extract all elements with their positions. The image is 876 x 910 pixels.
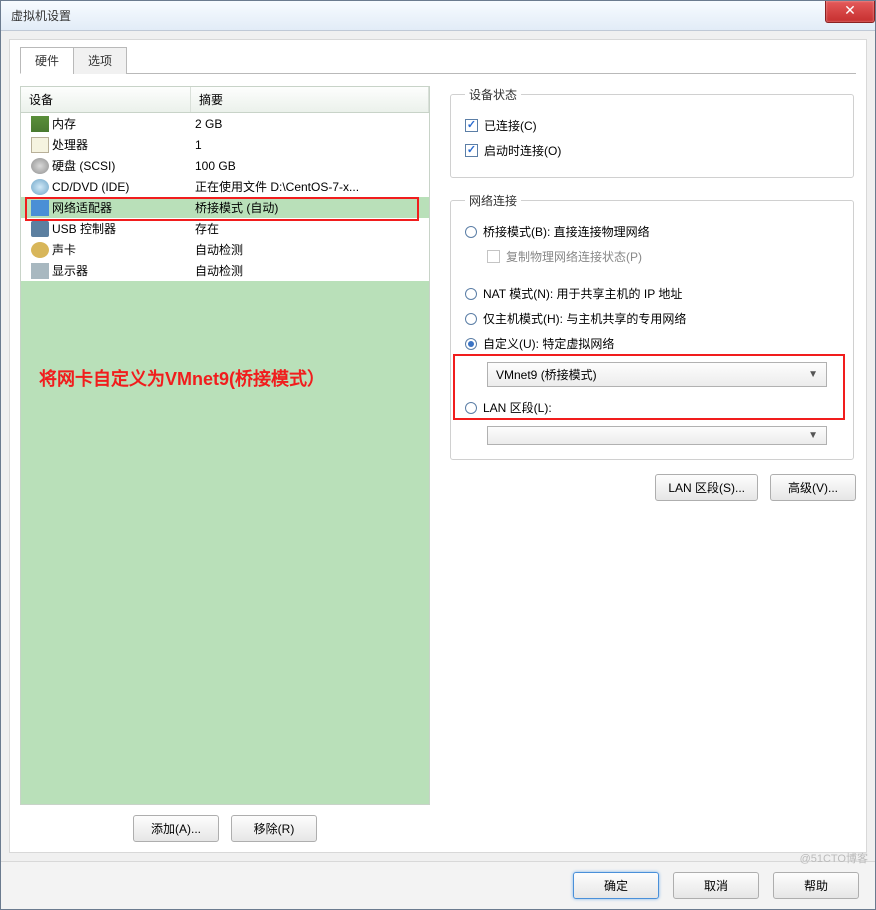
vm-settings-window: 虚拟机设置 ✕ 硬件 选项 设备 摘要 内存 2 GB: [0, 0, 876, 910]
replicate-checkbox: 复制物理网络连接状态(P): [487, 244, 839, 269]
radio-icon[interactable]: [465, 226, 477, 238]
memory-icon: [31, 116, 49, 132]
network-connection-group: 网络连接 桥接模式(B): 直接连接物理网络 复制物理网络连接状态(P) NAT…: [450, 192, 854, 460]
nat-radio[interactable]: NAT 模式(N): 用于共享主机的 IP 地址: [465, 281, 839, 306]
radio-icon[interactable]: [465, 313, 477, 325]
device-status-group: 设备状态 已连接(C) 启动时连接(O): [450, 86, 854, 178]
cancel-button[interactable]: 取消: [673, 872, 759, 899]
footer: 确定 取消 帮助: [1, 861, 875, 909]
device-name: 网络适配器: [52, 199, 112, 216]
titlebar: 虚拟机设置 ✕: [1, 1, 875, 31]
custom-network-value: VMnet9 (桥接模式): [496, 366, 597, 383]
usb-icon: [31, 221, 49, 237]
bridged-radio[interactable]: 桥接模式(B): 直接连接物理网络: [465, 219, 839, 244]
add-button[interactable]: 添加(A)...: [133, 815, 219, 842]
remove-button[interactable]: 移除(R): [231, 815, 317, 842]
body: 设备 摘要 内存 2 GB 处理器 1 硬盘 (SCSI): [20, 74, 856, 842]
device-row-display[interactable]: 显示器 自动检测: [21, 260, 429, 281]
lan-radio[interactable]: LAN 区段(L):: [465, 395, 839, 420]
bridged-label: 桥接模式(B): 直接连接物理网络: [483, 223, 650, 240]
device-name: USB 控制器: [52, 220, 116, 237]
device-summary: 自动检测: [191, 262, 429, 279]
sound-icon: [31, 242, 49, 258]
watermark: @51CTO博客: [800, 850, 868, 866]
left-buttons: 添加(A)... 移除(R): [20, 815, 430, 842]
device-name: 显示器: [52, 262, 88, 279]
hostonly-radio[interactable]: 仅主机模式(H): 与主机共享的专用网络: [465, 306, 839, 331]
checkbox-icon[interactable]: [465, 119, 478, 132]
device-list-body: 内存 2 GB 处理器 1 硬盘 (SCSI) 100 GB CD/DVD: [21, 113, 429, 281]
device-name: CD/DVD (IDE): [52, 180, 129, 194]
col-summary[interactable]: 摘要: [191, 87, 429, 112]
close-icon[interactable]: ✕: [825, 1, 875, 23]
device-name: 硬盘 (SCSI): [52, 157, 115, 174]
connect-on-start-label: 启动时连接(O): [484, 142, 561, 159]
annotation-text: 将网卡自定义为VMnet9(桥接模式）: [39, 365, 325, 391]
col-device[interactable]: 设备: [21, 87, 191, 112]
cpu-icon: [31, 137, 49, 153]
checkbox-icon[interactable]: [465, 144, 478, 157]
device-summary: 1: [191, 138, 429, 152]
content-area: 硬件 选项 设备 摘要 内存 2 GB 处理: [9, 39, 867, 853]
device-summary: 自动检测: [191, 241, 429, 258]
right-panel: 设备状态 已连接(C) 启动时连接(O) 网络连接 桥接模式(B): 直接连接物: [448, 86, 856, 842]
left-panel: 设备 摘要 内存 2 GB 处理器 1 硬盘 (SCSI): [20, 86, 430, 842]
device-name: 处理器: [52, 136, 88, 153]
device-summary: 正在使用文件 D:\CentOS-7-x...: [191, 178, 429, 195]
device-row-cpu[interactable]: 处理器 1: [21, 134, 429, 155]
lan-label: LAN 区段(L):: [483, 399, 552, 416]
custom-label: 自定义(U): 特定虚拟网络: [483, 335, 614, 352]
device-row-disk[interactable]: 硬盘 (SCSI) 100 GB: [21, 155, 429, 176]
device-row-network[interactable]: 网络适配器 桥接模式 (自动): [21, 197, 429, 218]
window-title: 虚拟机设置: [11, 7, 71, 24]
connect-on-start-checkbox-row[interactable]: 启动时连接(O): [465, 138, 839, 163]
custom-radio[interactable]: 自定义(U): 特定虚拟网络: [465, 331, 839, 356]
connected-label: 已连接(C): [484, 117, 537, 134]
network-connection-legend: 网络连接: [465, 192, 521, 209]
lan-segment-select: ▼: [487, 426, 827, 445]
tab-bar: 硬件 选项: [20, 46, 856, 74]
device-row-memory[interactable]: 内存 2 GB: [21, 113, 429, 134]
help-button[interactable]: 帮助: [773, 872, 859, 899]
right-buttons: LAN 区段(S)... 高级(V)...: [448, 474, 856, 501]
cd-icon: [31, 179, 49, 195]
replicate-label: 复制物理网络连接状态(P): [506, 248, 642, 265]
device-name: 内存: [52, 115, 76, 132]
nat-label: NAT 模式(N): 用于共享主机的 IP 地址: [483, 285, 682, 302]
display-icon: [31, 263, 49, 279]
hostonly-label: 仅主机模式(H): 与主机共享的专用网络: [483, 310, 686, 327]
radio-icon[interactable]: [465, 338, 477, 350]
disk-icon: [31, 158, 49, 174]
device-status-legend: 设备状态: [465, 86, 521, 103]
tab-hardware[interactable]: 硬件: [20, 47, 74, 74]
device-summary: 存在: [191, 220, 429, 237]
device-row-cddvd[interactable]: CD/DVD (IDE) 正在使用文件 D:\CentOS-7-x...: [21, 176, 429, 197]
checkbox-icon: [487, 250, 500, 263]
device-summary: 桥接模式 (自动): [191, 199, 429, 216]
device-summary: 2 GB: [191, 117, 429, 131]
radio-icon[interactable]: [465, 402, 477, 414]
device-row-sound[interactable]: 声卡 自动检测: [21, 239, 429, 260]
device-list-header: 设备 摘要: [21, 87, 429, 113]
chevron-down-icon: ▼: [808, 369, 818, 380]
connected-checkbox-row[interactable]: 已连接(C): [465, 113, 839, 138]
network-icon: [31, 200, 49, 216]
custom-network-select[interactable]: VMnet9 (桥接模式) ▼: [487, 362, 827, 387]
device-summary: 100 GB: [191, 159, 429, 173]
tab-options[interactable]: 选项: [73, 47, 127, 74]
ok-button[interactable]: 确定: [573, 872, 659, 899]
lan-segments-button[interactable]: LAN 区段(S)...: [655, 474, 758, 501]
radio-icon[interactable]: [465, 288, 477, 300]
device-list: 设备 摘要 内存 2 GB 处理器 1 硬盘 (SCSI): [20, 86, 430, 805]
device-name: 声卡: [52, 241, 76, 258]
advanced-button[interactable]: 高级(V)...: [770, 474, 856, 501]
device-row-usb[interactable]: USB 控制器 存在: [21, 218, 429, 239]
chevron-down-icon: ▼: [808, 430, 818, 441]
